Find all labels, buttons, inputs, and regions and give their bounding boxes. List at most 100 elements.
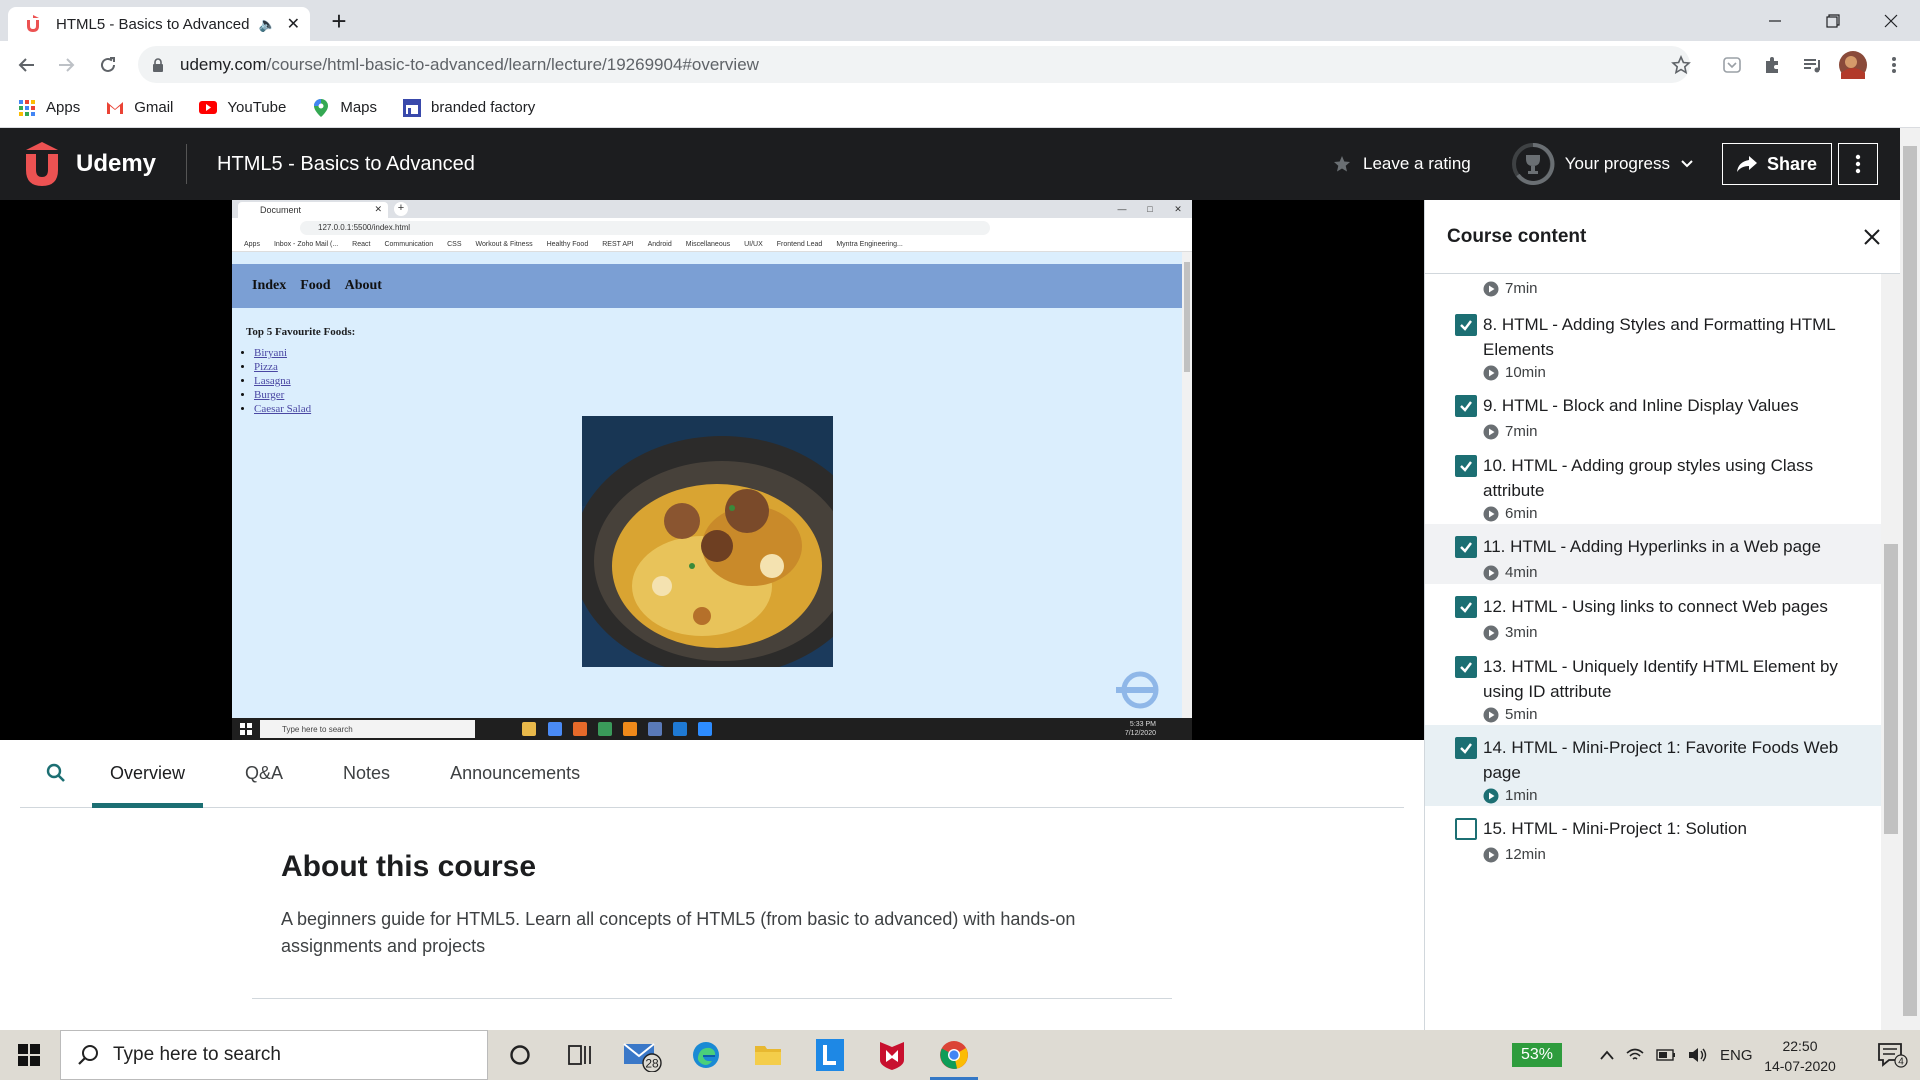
bookmark-label: YouTube <box>227 99 287 116</box>
notification-center-icon[interactable]: 4 <box>1866 1030 1920 1080</box>
bookmark-branded-factory[interactable]: branded factory <box>403 98 535 117</box>
media-control-icon[interactable] <box>1800 53 1824 77</box>
tab-overview[interactable]: Overview <box>92 739 204 808</box>
lecture-item[interactable]: 15. HTML - Mini-Project 1: Solution 12min <box>1425 806 1881 866</box>
mcafee-icon[interactable] <box>864 1030 920 1080</box>
share-button[interactable]: Share <box>1721 143 1832 185</box>
lecture-checkbox[interactable] <box>1455 656 1477 678</box>
food-link: Burger <box>254 388 311 402</box>
header-divider <box>186 144 188 184</box>
lecture-duration-row: 7min <box>1425 274 1881 302</box>
chrome-menu-icon[interactable] <box>1882 53 1906 77</box>
lecture-title: 11. HTML - Adding Hyperlinks in a Web pa… <box>1483 537 1821 556</box>
progress-dropdown[interactable]: Your progress <box>1511 142 1694 186</box>
leave-rating-button[interactable]: Leave a rating <box>1333 154 1471 174</box>
biryani-image <box>582 416 833 667</box>
video-nav-link: Food <box>300 278 331 293</box>
language-indicator[interactable]: ENG <box>1720 1047 1753 1064</box>
file-explorer-icon[interactable] <box>740 1030 796 1080</box>
taskbar-clock[interactable]: 22:50 14-07-2020 <box>1752 1036 1848 1076</box>
reload-icon[interactable] <box>94 51 122 79</box>
speaker-icon[interactable]: 🔈 <box>259 16 277 33</box>
video-chrome-icon <box>548 722 562 736</box>
bookmark-youtube[interactable]: YouTube <box>199 99 286 117</box>
lecture-item[interactable]: 13. HTML - Uniquely Identify HTML Elemen… <box>1425 644 1881 725</box>
udemy-logo[interactable]: Udemy <box>20 142 156 186</box>
page-scroll-thumb[interactable] <box>1903 146 1917 1016</box>
about-divider <box>252 998 1172 999</box>
sidebar-title: Course content <box>1447 225 1587 247</box>
lecture-item[interactable]: 14. HTML - Mini-Project 1: Favorite Food… <box>1425 725 1881 806</box>
more-options-button[interactable] <box>1838 143 1878 185</box>
lecture-item[interactable]: 8. HTML - Adding Styles and Formatting H… <box>1425 302 1881 383</box>
bookmark-label: Apps <box>46 99 81 116</box>
bookmark-apps[interactable]: Apps <box>18 99 80 117</box>
back-icon[interactable] <box>13 51 41 79</box>
lecture-checkbox[interactable] <box>1455 395 1477 417</box>
lecture-checkbox[interactable] <box>1455 818 1477 840</box>
new-tab-button[interactable]: + <box>325 8 353 36</box>
lecture-checkbox[interactable] <box>1455 314 1477 336</box>
minimize-button[interactable] <box>1746 0 1804 41</box>
video-taskbar-clock: 5:33 PM 7/12/2020 <box>1125 720 1156 738</box>
battery-percentage[interactable]: 53% <box>1512 1043 1562 1067</box>
chevron-down-icon <box>1681 160 1693 168</box>
taskbar-search-box[interactable]: Type here to search <box>60 1030 488 1080</box>
tab-qa[interactable]: Q&A <box>227 739 301 807</box>
battery-tray-icon[interactable] <box>1656 1049 1676 1061</box>
bookmark-gmail[interactable]: Gmail <box>106 99 173 117</box>
browser-tab[interactable]: HTML5 - Basics to Advanced 🔈 ✕ <box>8 7 310 41</box>
profile-avatar[interactable] <box>1839 51 1867 79</box>
lecture-duration: 6min <box>1483 505 1538 522</box>
mail-icon[interactable]: 28 <box>614 1030 670 1080</box>
lecture-duration: 3min <box>1483 624 1538 641</box>
network-icon[interactable] <box>1626 1047 1644 1063</box>
volume-icon[interactable] <box>1688 1047 1708 1063</box>
page-scrollbar[interactable] <box>1900 128 1920 1030</box>
forward-icon[interactable] <box>52 51 80 79</box>
bookmark-star-icon[interactable] <box>1669 53 1693 77</box>
duration-text: 7min <box>1505 280 1538 297</box>
video-bookmark: Communication <box>384 241 434 248</box>
bookmark-maps[interactable]: Maps <box>312 98 377 117</box>
launcher-l-icon[interactable] <box>802 1030 858 1080</box>
video-firefox-icon <box>573 722 587 736</box>
tab-announcements[interactable]: Announcements <box>432 739 598 807</box>
close-sidebar-icon[interactable] <box>1863 228 1881 246</box>
about-heading: About this course <box>281 850 537 883</box>
lecture-item[interactable]: 11. HTML - Adding Hyperlinks in a Web pa… <box>1425 524 1881 584</box>
edge-icon[interactable] <box>678 1030 734 1080</box>
chrome-taskbar-icon[interactable] <box>926 1030 982 1080</box>
close-tab-icon[interactable]: ✕ <box>287 14 300 34</box>
windows-start-button[interactable] <box>0 1030 58 1080</box>
course-title[interactable]: HTML5 - Basics to Advanced <box>217 153 475 176</box>
tray-chevron-up-icon[interactable] <box>1600 1050 1614 1060</box>
cortana-icon[interactable] <box>492 1030 548 1080</box>
pocket-extension-icon[interactable] <box>1720 53 1744 77</box>
lecture-checkbox[interactable] <box>1455 737 1477 759</box>
lecture-checkbox[interactable] <box>1455 536 1477 558</box>
task-view-icon[interactable] <box>552 1030 608 1080</box>
search-icon[interactable] <box>20 739 92 807</box>
duration-text: 1min <box>1505 787 1538 804</box>
sidebar-scrollbar[interactable] <box>1881 274 1901 1030</box>
extensions-puzzle-icon[interactable] <box>1760 53 1784 77</box>
sidebar-scroll-thumb[interactable] <box>1884 544 1898 834</box>
address-bar[interactable]: udemy.com/course/html-basic-to-advanced/… <box>138 46 1690 83</box>
lecture-item[interactable]: 12. HTML - Using links to connect Web pa… <box>1425 584 1881 644</box>
lecture-item[interactable]: 10. HTML - Adding group styles using Cla… <box>1425 443 1881 524</box>
duration-text: 12min <box>1505 846 1546 863</box>
tab-notes[interactable]: Notes <box>325 739 408 807</box>
video-bookmark: Myntra Engineering... <box>836 241 903 248</box>
windows-taskbar: Type here to search 28 53% ENG 22:50 14-… <box>0 1030 1920 1080</box>
lecture-checkbox[interactable] <box>1455 596 1477 618</box>
video-player[interactable]: Document ✕ + — □ ✕ 127.0.0.1:5500/index.htm… <box>0 200 1424 740</box>
close-window-button[interactable] <box>1862 0 1920 41</box>
system-tray: ENG <box>1600 1030 1765 1080</box>
lecture-item[interactable]: 9. HTML - Block and Inline Display Value… <box>1425 383 1881 443</box>
video-bookmark: Healthy Food <box>546 241 589 248</box>
restore-button[interactable] <box>1804 0 1862 41</box>
lecture-checkbox[interactable] <box>1455 455 1477 477</box>
play-circle-icon <box>1483 625 1499 640</box>
duration-text: 6min <box>1505 505 1538 522</box>
